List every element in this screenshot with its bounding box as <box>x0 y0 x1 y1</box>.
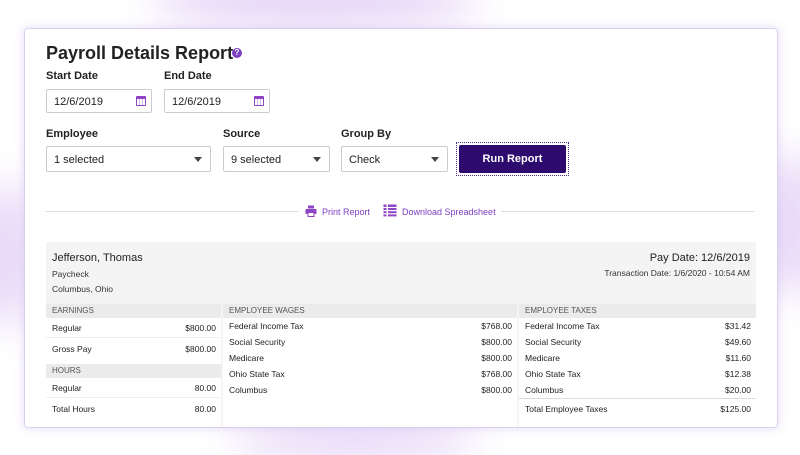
pay-date: Pay Date: 12/6/2019 <box>649 252 750 264</box>
source-label: Source <box>223 128 261 140</box>
end-date-value: 12/6/2019 <box>172 96 221 108</box>
table-row: Medicare $800.00 <box>223 350 517 366</box>
group-by-label: Group By <box>341 128 392 140</box>
printer-icon[interactable] <box>305 205 317 217</box>
table-row: Medicare $11.60 <box>519 350 756 366</box>
table-row: Columbus $20.00 <box>519 382 756 399</box>
row-value: $800.00 <box>185 323 216 333</box>
employee-location: Columbus, Ohio <box>52 284 113 294</box>
row-label: Total Hours <box>52 404 95 414</box>
row-label: Regular <box>52 323 82 333</box>
row-label: Ohio State Tax <box>229 369 285 379</box>
print-report-link[interactable]: Print Report <box>322 207 370 217</box>
row-label: Columbus <box>525 385 564 395</box>
row-value: $800.00 <box>185 344 216 354</box>
employee-name: Jefferson, Thomas <box>52 252 143 264</box>
row-value: $11.60 <box>725 353 751 363</box>
report-section: Jefferson, Thomas Paycheck Columbus, Ohi… <box>46 242 756 427</box>
row-value: $125.00 <box>720 404 751 414</box>
row-label: Medicare <box>229 353 264 363</box>
row-value: $800.00 <box>481 337 512 347</box>
background-glow-top <box>150 0 480 22</box>
row-value: $800.00 <box>481 385 512 395</box>
employee-select-value: 1 selected <box>54 154 105 166</box>
row-value: $49.60 <box>725 337 751 347</box>
table-row: Gross Pay $800.00 <box>46 338 221 360</box>
table-row: Regular 80.00 <box>46 378 221 398</box>
table-row: Social Security $800.00 <box>223 334 517 350</box>
table-row: Regular $800.00 <box>46 318 221 338</box>
row-label: Columbus <box>229 385 268 395</box>
download-spreadsheet-link[interactable]: Download Spreadsheet <box>402 207 496 217</box>
start-date-field[interactable]: 12/6/2019 <box>46 89 152 113</box>
table-row: Ohio State Tax $768.00 <box>223 366 517 382</box>
row-label: Federal Income Tax <box>229 321 304 331</box>
employee-label: Employee <box>46 128 98 140</box>
row-value: 80.00 <box>194 383 216 393</box>
hours-header: HOURS <box>46 364 221 378</box>
row-value: 80.00 <box>194 404 216 414</box>
row-label: Federal Income Tax <box>525 321 600 331</box>
table-row: Social Security $49.60 <box>519 334 756 350</box>
background-glow-left <box>0 180 26 330</box>
page-title: Payroll Details Report <box>46 43 234 63</box>
table-row: Total Hours 80.00 <box>46 398 221 420</box>
source-select[interactable]: 9 selected <box>223 146 330 172</box>
employee-wages-header: EMPLOYEE WAGES <box>223 304 517 318</box>
employee-wages-column: EMPLOYEE WAGES Federal Income Tax $768.0… <box>223 304 517 427</box>
table-row: Federal Income Tax $768.00 <box>223 318 517 334</box>
chevron-down-icon <box>313 157 321 162</box>
earnings-header: EARNINGS <box>46 304 221 318</box>
row-value: $31.42 <box>725 321 751 331</box>
row-value: $800.00 <box>481 353 512 363</box>
chevron-down-icon <box>194 157 202 162</box>
employee-taxes-column: EMPLOYEE TAXES Federal Income Tax $31.42… <box>519 304 756 427</box>
calendar-icon[interactable] <box>136 96 146 106</box>
transaction-date: Transaction Date: 1/6/2020 - 10:54 AM <box>604 268 750 278</box>
table-row: Columbus $800.00 <box>223 382 517 398</box>
row-label: Total Employee Taxes <box>525 404 608 414</box>
row-label: Social Security <box>229 337 286 347</box>
table-row: Ohio State Tax $12.38 <box>519 366 756 382</box>
calendar-icon[interactable] <box>254 96 264 106</box>
group-by-select-value: Check <box>349 154 381 166</box>
row-value: $20.00 <box>725 385 751 395</box>
row-label: Medicare <box>525 353 560 363</box>
start-date-label: Start Date <box>46 70 98 82</box>
start-date-value: 12/6/2019 <box>54 96 103 108</box>
end-date-field[interactable]: 12/6/2019 <box>164 89 270 113</box>
run-report-button[interactable]: Run Report <box>459 145 566 173</box>
background-glow-bottom <box>230 425 480 455</box>
row-label: Regular <box>52 383 82 393</box>
total-row: Total Employee Taxes $125.00 <box>519 399 756 419</box>
employee-select[interactable]: 1 selected <box>46 146 211 172</box>
divider-right <box>501 211 754 212</box>
row-value: $768.00 <box>481 321 512 331</box>
row-label: Ohio State Tax <box>525 369 581 379</box>
spreadsheet-icon[interactable] <box>383 204 397 218</box>
row-value: $768.00 <box>481 369 512 379</box>
earnings-column: EARNINGS Regular $800.00 Gross Pay $800.… <box>46 304 221 427</box>
employee-taxes-header: EMPLOYEE TAXES <box>519 304 756 318</box>
source-select-value: 9 selected <box>231 154 282 166</box>
chevron-down-icon <box>431 157 439 162</box>
report-card: Payroll Details Report ? Start Date 12/6… <box>24 28 778 428</box>
row-label: Social Security <box>525 337 582 347</box>
end-date-label: End Date <box>164 70 212 82</box>
row-value: $12.38 <box>725 369 751 379</box>
divider-left <box>46 211 298 212</box>
row-label: Gross Pay <box>52 344 92 354</box>
table-row: Federal Income Tax $31.42 <box>519 318 756 334</box>
group-by-select[interactable]: Check <box>341 146 448 172</box>
question-icon[interactable]: ? <box>232 48 242 58</box>
run-report-focus-ring: Run Report <box>456 142 569 176</box>
payment-type: Paycheck <box>52 269 89 279</box>
